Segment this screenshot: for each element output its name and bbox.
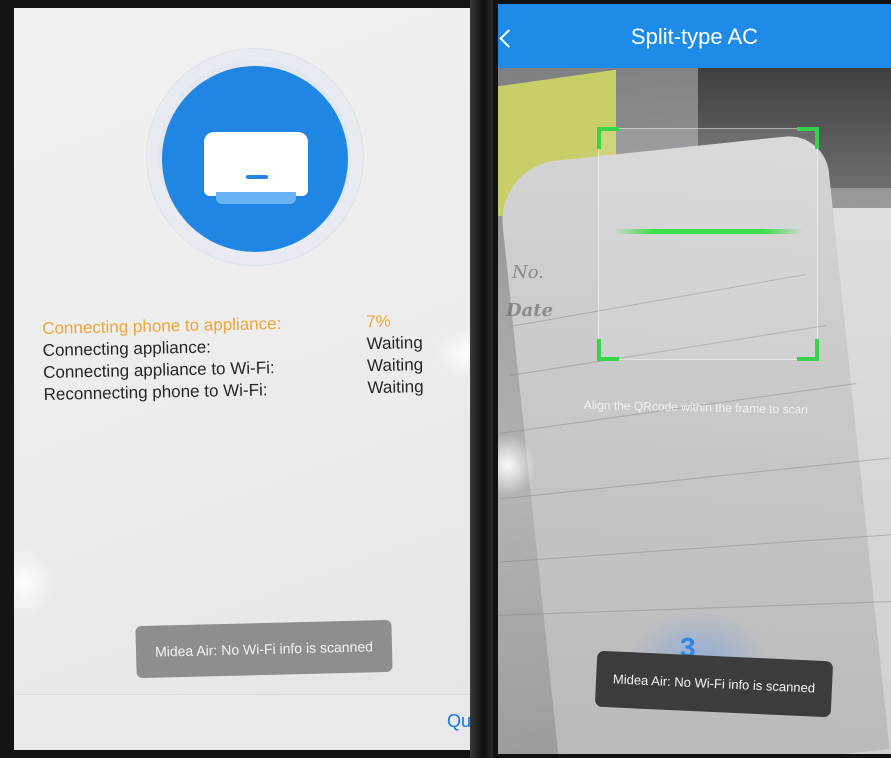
qr-scan-frame — [597, 127, 819, 361]
scan-frame-corner — [597, 339, 619, 361]
screen-glare — [14, 548, 54, 618]
air-conditioner-icon — [204, 132, 308, 208]
scan-photo: Split-type AC No. Date Align the QRcode … — [493, 0, 891, 758]
connection-progress-list: Connecting phone to appliance: 7% Connec… — [42, 309, 464, 406]
bottom-bar: Quit — [14, 694, 484, 750]
scan-frame-corner — [797, 127, 819, 149]
progress-row-value: 7% — [365, 311, 391, 332]
connection-screen: Connecting phone to appliance: 7% Connec… — [14, 8, 484, 750]
air-conditioner-vent — [216, 192, 296, 204]
phone-bezel — [470, 0, 493, 758]
header-bar: Split-type AC — [498, 4, 891, 68]
progress-row-value: Waiting — [366, 355, 424, 376]
scan-laser-line — [613, 229, 803, 234]
toast-message: Midea Air: No Wi-Fi info is scanned — [135, 619, 393, 679]
scan-frame-corner — [597, 127, 619, 149]
appliance-badge — [162, 66, 348, 252]
page-title: Split-type AC — [630, 24, 759, 49]
connection-photo: Connecting phone to appliance: 7% Connec… — [0, 0, 493, 758]
notebook-handwriting: Date — [506, 300, 554, 321]
notebook-handwriting: No. — [512, 262, 544, 283]
air-conditioner-body — [204, 132, 308, 196]
progress-row-value: Waiting — [367, 377, 424, 398]
air-conditioner-indicator — [246, 175, 268, 179]
progress-row-label: Reconnecting phone to Wi-Fi: — [43, 380, 268, 404]
progress-row-value: Waiting — [366, 333, 423, 354]
scan-screen: Split-type AC No. Date Align the QRcode … — [498, 4, 891, 754]
toast-message: Midea Air: No Wi-Fi info is scanned — [594, 650, 834, 718]
scan-frame-corner — [797, 339, 819, 361]
